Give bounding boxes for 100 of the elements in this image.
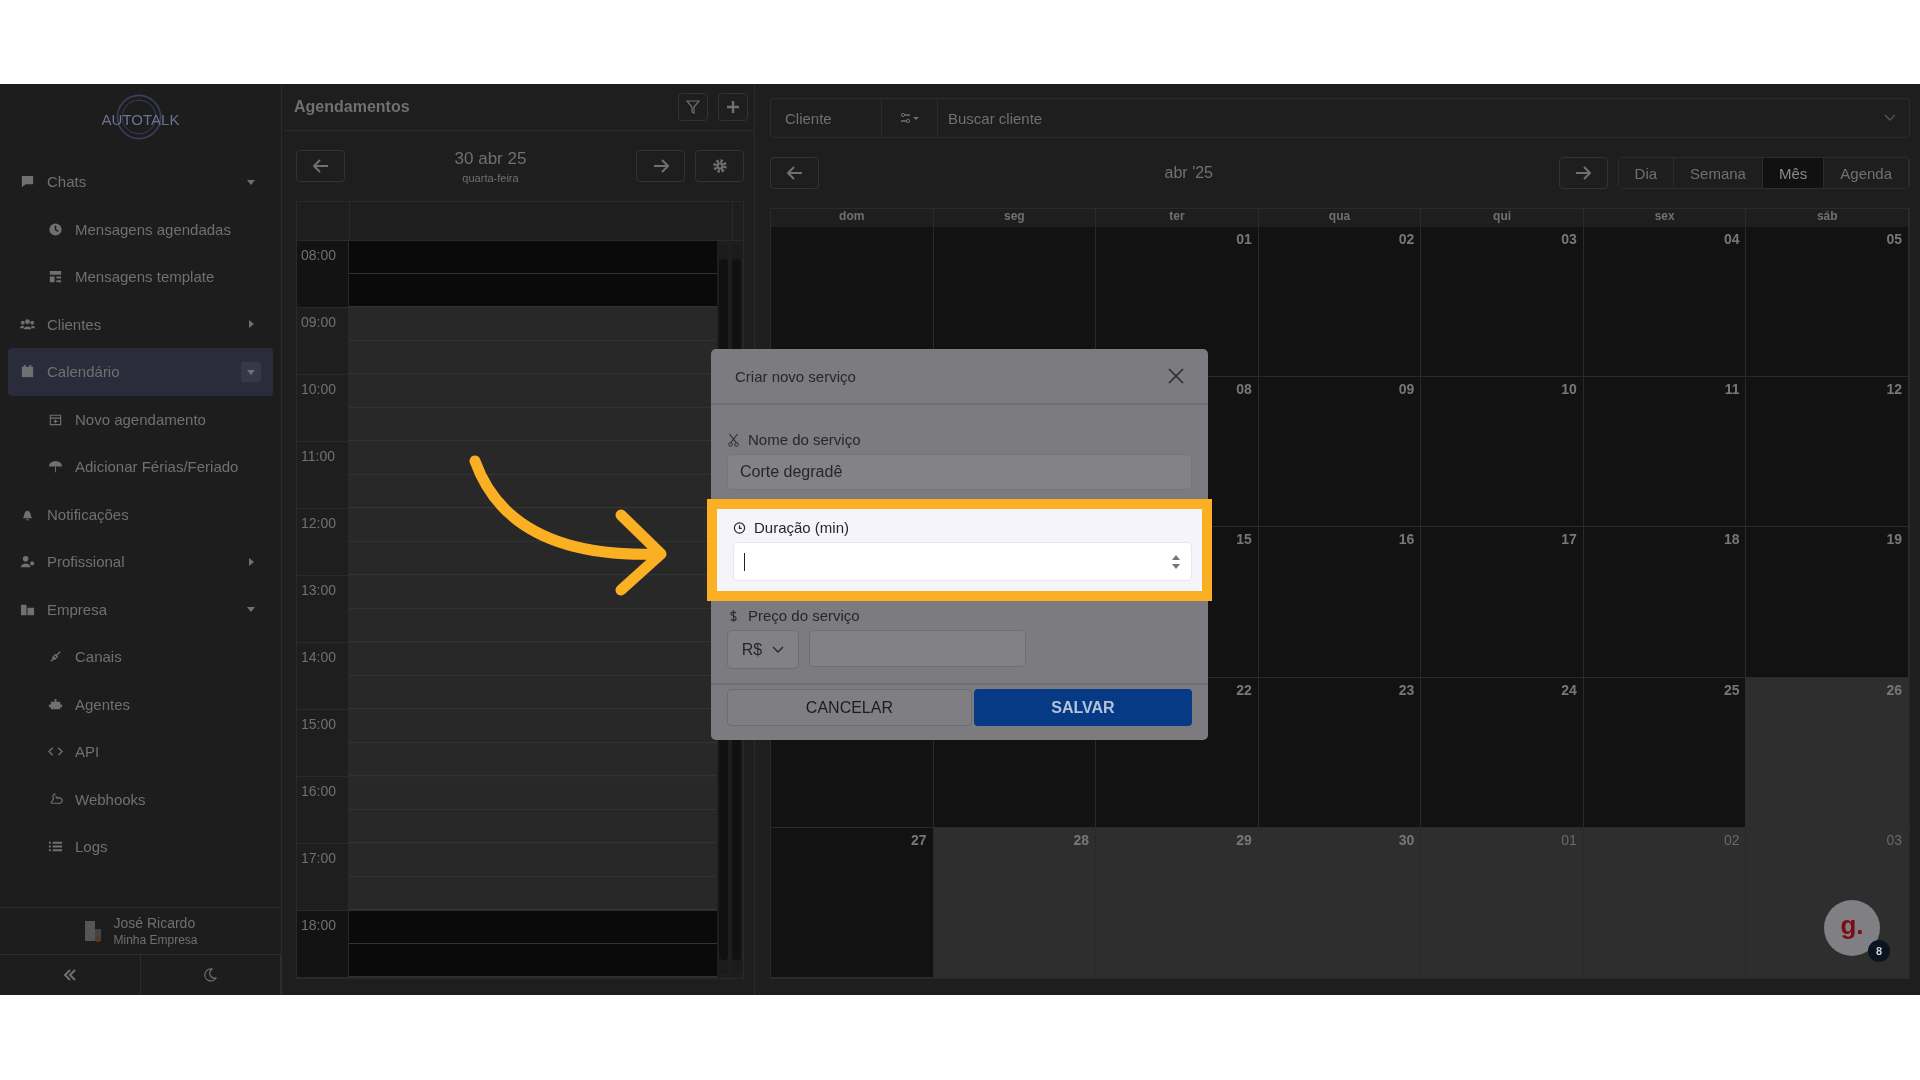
arrow-right-icon [652, 159, 669, 173]
day-cell[interactable]: 24 [1421, 677, 1584, 828]
time-label: 18:00 [297, 911, 349, 977]
field-label: Duração (min) [754, 519, 850, 536]
nav-item[interactable]: Empresa [8, 585, 273, 633]
nav-subitem[interactable]: Webhooks [8, 775, 273, 823]
day-number: 05 [1886, 231, 1903, 247]
day-cell[interactable]: 05 [1746, 227, 1910, 378]
service-name-field[interactable]: Corte degradê [727, 454, 1192, 490]
filter-button[interactable] [678, 93, 708, 121]
add-button[interactable] [718, 93, 748, 121]
day-cell[interactable]: 01 [1421, 827, 1584, 978]
day-cell[interactable]: 12 [1746, 377, 1910, 528]
previous-button[interactable] [770, 157, 819, 189]
day-cell[interactable]: 10 [1421, 377, 1584, 528]
day-number: 30 [1398, 831, 1415, 848]
save-button[interactable]: SALVAR [973, 689, 1192, 726]
day-number: 09 [1398, 381, 1415, 398]
filter-options-button[interactable] [882, 98, 938, 138]
sliders-icon [899, 112, 920, 124]
dollar-icon [727, 608, 740, 623]
arrow-right-icon [1575, 166, 1592, 180]
filter-icon [686, 100, 700, 114]
day-cell[interactable]: 09 [1258, 377, 1422, 528]
nav-item[interactable]: Clientes [8, 300, 273, 348]
caret-icon[interactable] [241, 361, 261, 382]
day-cell[interactable]: 03 [1421, 227, 1584, 378]
search-input[interactable]: Buscar cliente [938, 108, 1871, 128]
cancel-button[interactable]: CANCELAR [727, 689, 972, 726]
day-number: 12 [1886, 381, 1903, 398]
day-number: 11 [1724, 381, 1740, 398]
scissors-icon [727, 432, 740, 447]
umbrella-icon [48, 459, 63, 475]
view-tab[interactable]: Mês [1762, 158, 1825, 188]
day-cell[interactable]: 19 [1746, 527, 1910, 678]
day-number: 27 [911, 831, 927, 848]
day-number: 28 [1073, 831, 1090, 848]
day-cell[interactable]: 16 [1258, 527, 1422, 678]
day-number: 08 [1236, 381, 1252, 398]
day-cell[interactable]: 23 [1258, 677, 1422, 828]
day-number: 03 [1886, 831, 1903, 848]
nav-subitem[interactable]: Agentes [8, 680, 273, 728]
nav-subitem[interactable]: Adicionar Férias/Feriado [8, 443, 273, 491]
duration-field[interactable] [733, 542, 1192, 581]
nav-subitem[interactable]: API [8, 728, 273, 776]
nav-subitem[interactable]: Mensagens agendadas [8, 205, 273, 253]
user-card[interactable]: José Ricardo Minha Empresa [0, 907, 281, 954]
nav-item[interactable]: Notificações [8, 490, 273, 538]
time-label: 08:00 [297, 241, 349, 307]
users-icon [20, 316, 35, 332]
field-label: Nome do serviço [748, 431, 861, 448]
logo-text: AUTOTALK [101, 110, 180, 128]
day-cell[interactable]: 25 [1583, 677, 1747, 828]
chevron-down-icon[interactable] [1883, 113, 1897, 123]
calendar-icon [20, 364, 35, 380]
view-tab[interactable]: Dia [1618, 158, 1675, 188]
day-cell[interactable]: 28 [933, 827, 1097, 978]
nav-subitem[interactable]: Canais [8, 633, 273, 681]
gear-icon [711, 158, 728, 174]
day-number: 01 [1561, 831, 1577, 848]
client-filter-select[interactable]: Cliente [770, 98, 882, 138]
user-name: José Ricardo [113, 915, 197, 931]
day-number: 01 [1236, 231, 1252, 247]
day-number: 17 [1561, 531, 1577, 548]
dialog-title: Criar novo serviço [735, 367, 856, 385]
day-number: 02 [1723, 831, 1740, 848]
double-chevron-left-icon [62, 969, 77, 981]
arrow-left-icon [786, 166, 803, 180]
day-cell[interactable]: 26 [1746, 677, 1910, 828]
next-button[interactable] [636, 150, 685, 182]
nav-item[interactable]: Calendário [8, 348, 273, 396]
date-title: 30 abr 25 [454, 148, 527, 169]
day-cell[interactable]: 18 [1583, 527, 1747, 678]
nav-subitem[interactable]: Novo agendamento [8, 395, 273, 443]
next-button[interactable] [1558, 157, 1608, 189]
company-name: Minha Empresa [113, 933, 198, 947]
day-number: 26 [1886, 681, 1903, 698]
day-cell[interactable]: 02 [1583, 827, 1747, 978]
day-cell[interactable]: 04 [1583, 227, 1747, 378]
arrow-left-icon [312, 159, 329, 173]
nav-item[interactable]: Profissional [8, 538, 273, 586]
day-number: 04 [1723, 231, 1740, 247]
day-cell[interactable]: 11 [1583, 377, 1747, 528]
day-cell[interactable]: 17 [1421, 527, 1584, 678]
plus-icon [726, 100, 740, 114]
day-cell[interactable]: 02 [1258, 227, 1422, 378]
day-cell[interactable]: 30 [1258, 827, 1422, 978]
search-field[interactable]: Buscar cliente [938, 98, 1910, 138]
robot-icon [48, 696, 63, 712]
day-cell[interactable]: 29 [1096, 827, 1259, 978]
nav-item[interactable]: Chats [8, 158, 273, 206]
currency-select[interactable]: R$ [727, 630, 799, 669]
webhook-icon [48, 791, 63, 807]
settings-button[interactable] [695, 150, 744, 182]
previous-button[interactable] [296, 150, 345, 182]
nav-subitem[interactable]: Logs [8, 823, 273, 871]
day-number: 02 [1398, 231, 1415, 247]
close-icon[interactable] [1168, 368, 1184, 384]
day-cell[interactable]: 27 [771, 827, 934, 978]
nav-subitem[interactable]: Mensagens template [8, 253, 273, 301]
